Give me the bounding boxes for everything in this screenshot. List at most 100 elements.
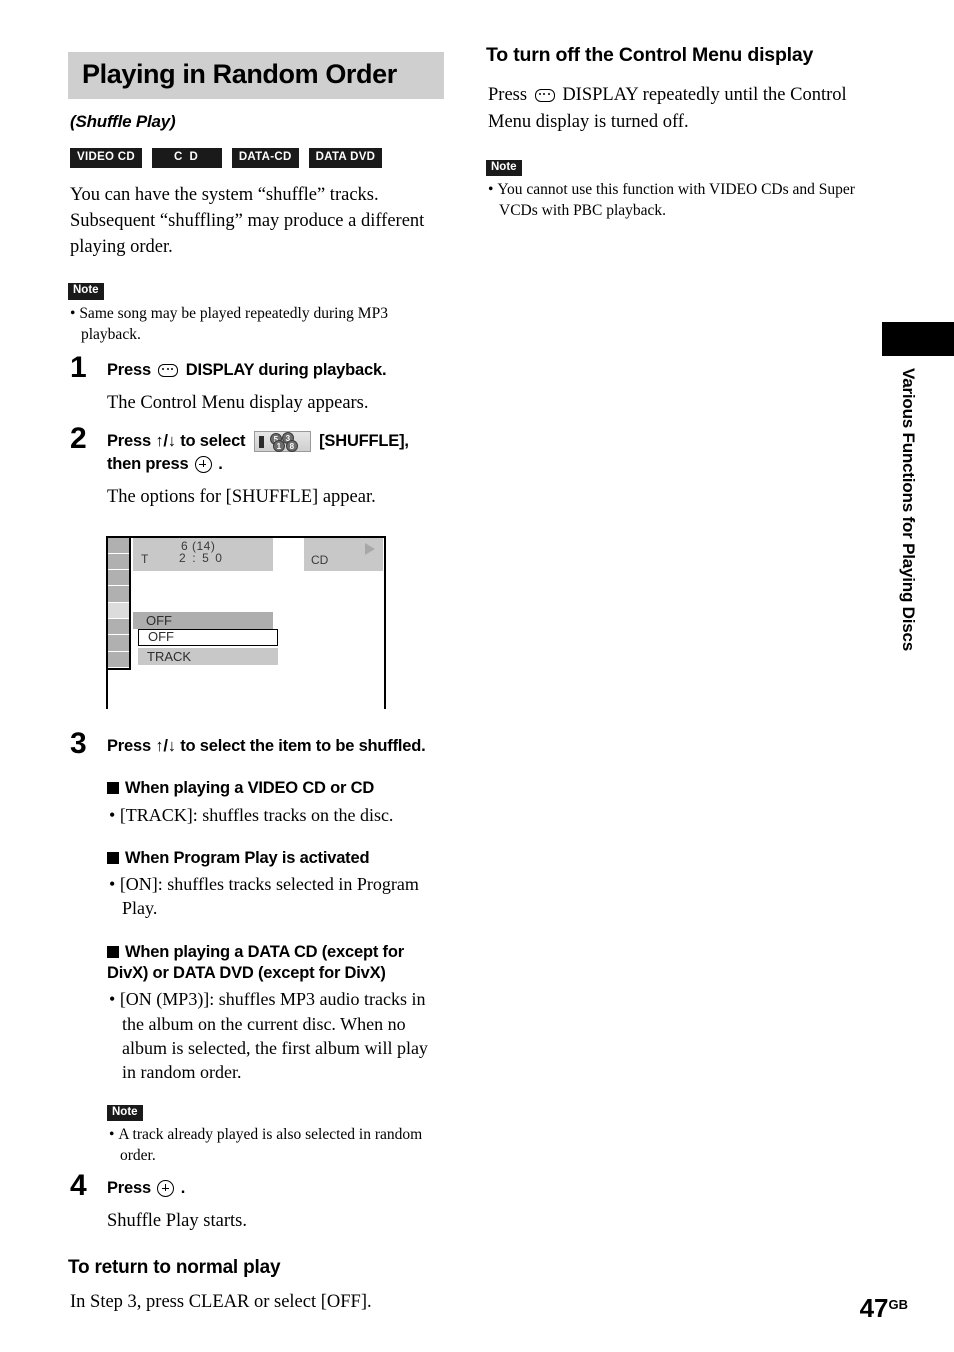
step3-section-2-label: When Program Play is activated — [125, 848, 370, 867]
step-4-heading: Press . — [107, 1177, 444, 1200]
icon-cell — [108, 651, 129, 668]
icon-cell — [108, 570, 129, 587]
shuffle-icon-number: 8 — [285, 440, 298, 453]
step-4-head-after: . — [180, 1178, 186, 1197]
section-title-band: Playing in Random Order — [68, 52, 444, 99]
icon-cell — [108, 619, 129, 636]
step-2-head-line2-before: then press — [107, 454, 189, 473]
step3-section-1-heading: When playing a VIDEO CD or CD — [107, 778, 444, 799]
list-item: [ON]: shuffles tracks selected in Progra… — [109, 872, 444, 920]
turn-off-control-menu-heading: To turn off the Control Menu display — [486, 44, 814, 66]
shuffle-icon-number: 1 — [272, 440, 285, 453]
manual-page: Playing in Random Order (Shuffle Play) V… — [0, 0, 954, 1352]
step-1-body: The Control Menu display appears. — [107, 393, 369, 414]
step-2-body: The options for [SHUFFLE] appear. — [107, 486, 376, 507]
control-menu-screen: 6 (14) T 2 : 5 0 CD OFF OFF TRACK — [106, 535, 386, 709]
step-4-body: Shuffle Play starts. — [107, 1210, 247, 1231]
control-menu-icon-column — [108, 537, 131, 670]
control-menu-diagram-wrapper: 6 (14) T 2 : 5 0 CD OFF OFF TRACK — [106, 535, 444, 709]
note-list-2: A track already played is also selected … — [107, 1125, 444, 1167]
option-off[interactable]: OFF — [138, 628, 278, 646]
step-4-number: 4 — [70, 1168, 87, 1202]
square-bullet-icon — [107, 782, 119, 795]
enter-button-icon — [157, 1179, 175, 1197]
step3-section-1-list: [TRACK]: shuffles tracks on the disc. — [107, 803, 444, 827]
icon-cell — [108, 586, 129, 603]
icon-cell — [108, 553, 129, 571]
square-bullet-icon — [107, 945, 119, 958]
note-list-1: Same song may be played repeatedly durin… — [68, 304, 444, 346]
icon-cell-selected — [108, 602, 129, 620]
page-title: Playing in Random Order — [82, 59, 397, 89]
step3-section-2-heading: When Program Play is activated — [107, 848, 444, 869]
step-2-heading: Press ↑/↓ to select 5 3 1 8 [SHUFFLE], t… — [107, 430, 444, 476]
list-item: [ON (MP3)]: shuffles MP3 audio tracks in… — [109, 987, 444, 1083]
note-item: A track already played is also selected … — [109, 1125, 444, 1167]
step-1-heading: Press DISPLAY during playback. — [107, 359, 444, 382]
step3-section-3-heading: When playing a DATA CD (except for DivX)… — [107, 942, 444, 985]
disc-badge-row: VIDEO CD C D DATA-CD DATA DVD — [70, 148, 444, 168]
badge-cd: C D — [152, 148, 222, 168]
step3-section-2-list: [ON]: shuffles tracks selected in Progra… — [107, 872, 444, 920]
note-block-3: Note You cannot use this function with V… — [486, 157, 858, 222]
track-time-display: 2 : 5 0 — [179, 550, 224, 565]
step3-section-1-label: When playing a VIDEO CD or CD — [125, 779, 375, 798]
track-info-panel: 6 (14) T 2 : 5 0 — [133, 537, 273, 571]
return-normal-play-heading: To return to normal play — [68, 1256, 281, 1278]
step-1-head-after: DISPLAY during playback. — [185, 361, 387, 380]
chapter-vertical-title: Various Functions for Playing Discs — [899, 368, 918, 652]
section-subtitle: (Shuffle Play) — [70, 112, 176, 131]
page-region-code: GB — [888, 1297, 909, 1312]
play-triangle-icon — [365, 542, 375, 555]
list-item: [TRACK]: shuffles tracks on the disc. — [109, 803, 444, 827]
current-setting-row: OFF — [133, 611, 273, 629]
note-list-3: You cannot use this function with VIDEO … — [486, 180, 858, 222]
step-2-head-before: Press ↑/↓ to select — [107, 432, 246, 451]
page-number-value: 47 — [859, 1293, 889, 1323]
badge-video-cd: VIDEO CD — [70, 148, 142, 168]
shuffle-menu-icon: 5 3 1 8 — [253, 431, 311, 453]
step-1-number: 1 — [70, 351, 87, 385]
step-4-head-before: Press — [107, 1178, 151, 1197]
note-item: Same song may be played repeatedly durin… — [70, 304, 444, 346]
left-column: Playing in Random Order (Shuffle Play) V… — [68, 52, 444, 1316]
step3-section-3-list: [ON (MP3)]: shuffles MP3 audio tracks in… — [107, 987, 444, 1083]
display-button-icon — [534, 89, 555, 103]
step-3-number: 3 — [70, 726, 87, 760]
shuffle-icon-bar — [258, 436, 264, 449]
step-2-number: 2 — [70, 422, 87, 456]
step-3-heading: Press ↑/↓ to select the item to be shuff… — [107, 736, 426, 755]
square-bullet-icon — [107, 851, 119, 864]
chapter-tab-marker — [882, 322, 954, 356]
step-1-head-before: Press — [107, 361, 151, 380]
note-item: You cannot use this function with VIDEO … — [488, 180, 858, 222]
badge-data-cd: DATA-CD — [231, 148, 299, 168]
step-1: 1 Press DISPLAY during playback. The Con… — [68, 353, 444, 416]
step-2-head-line2-after: . — [218, 454, 223, 473]
step-2-head-mid: [SHUFFLE], — [319, 432, 409, 451]
note-badge: Note — [486, 159, 522, 177]
note-badge: Note — [107, 1104, 143, 1122]
step3-section-3-label: When playing a DATA CD (except for DivX)… — [107, 942, 404, 982]
page-number: 47GB — [860, 1293, 908, 1324]
icon-cell — [108, 635, 129, 652]
return-normal-play-body: In Step 3, press CLEAR or select [OFF]. — [70, 1292, 372, 1313]
intro-paragraph: You can have the system “shuffle” tracks… — [70, 184, 425, 258]
enter-button-icon — [194, 455, 212, 473]
icon-cell — [108, 537, 129, 554]
step-2: 2 Press ↑/↓ to select 5 3 1 8 [SHUFFLE],… — [68, 424, 444, 510]
disc-type-label: CD — [311, 552, 329, 567]
step-4: 4 Press . Shuffle Play starts. — [68, 1170, 444, 1234]
disc-type-panel: CD — [304, 537, 383, 571]
badge-data-dvd: DATA DVD — [308, 148, 383, 168]
note-block-2: Note A track already played is also sele… — [107, 1102, 444, 1167]
note-block-1: Note Same song may be played repeatedly … — [68, 280, 444, 345]
step-3: 3 Press ↑/↓ to select the item to be shu… — [68, 728, 444, 1167]
display-button-icon — [158, 364, 179, 378]
track-prefix-label: T — [141, 551, 149, 566]
right-column: To turn off the Control Menu display Pre… — [486, 42, 858, 222]
turn-off-body-before: Press — [488, 85, 528, 106]
turn-off-control-menu-body: Press DISPLAY repeatedly until the Contr… — [488, 82, 858, 135]
option-track[interactable]: TRACK — [138, 647, 278, 665]
note-badge: Note — [68, 283, 104, 300]
